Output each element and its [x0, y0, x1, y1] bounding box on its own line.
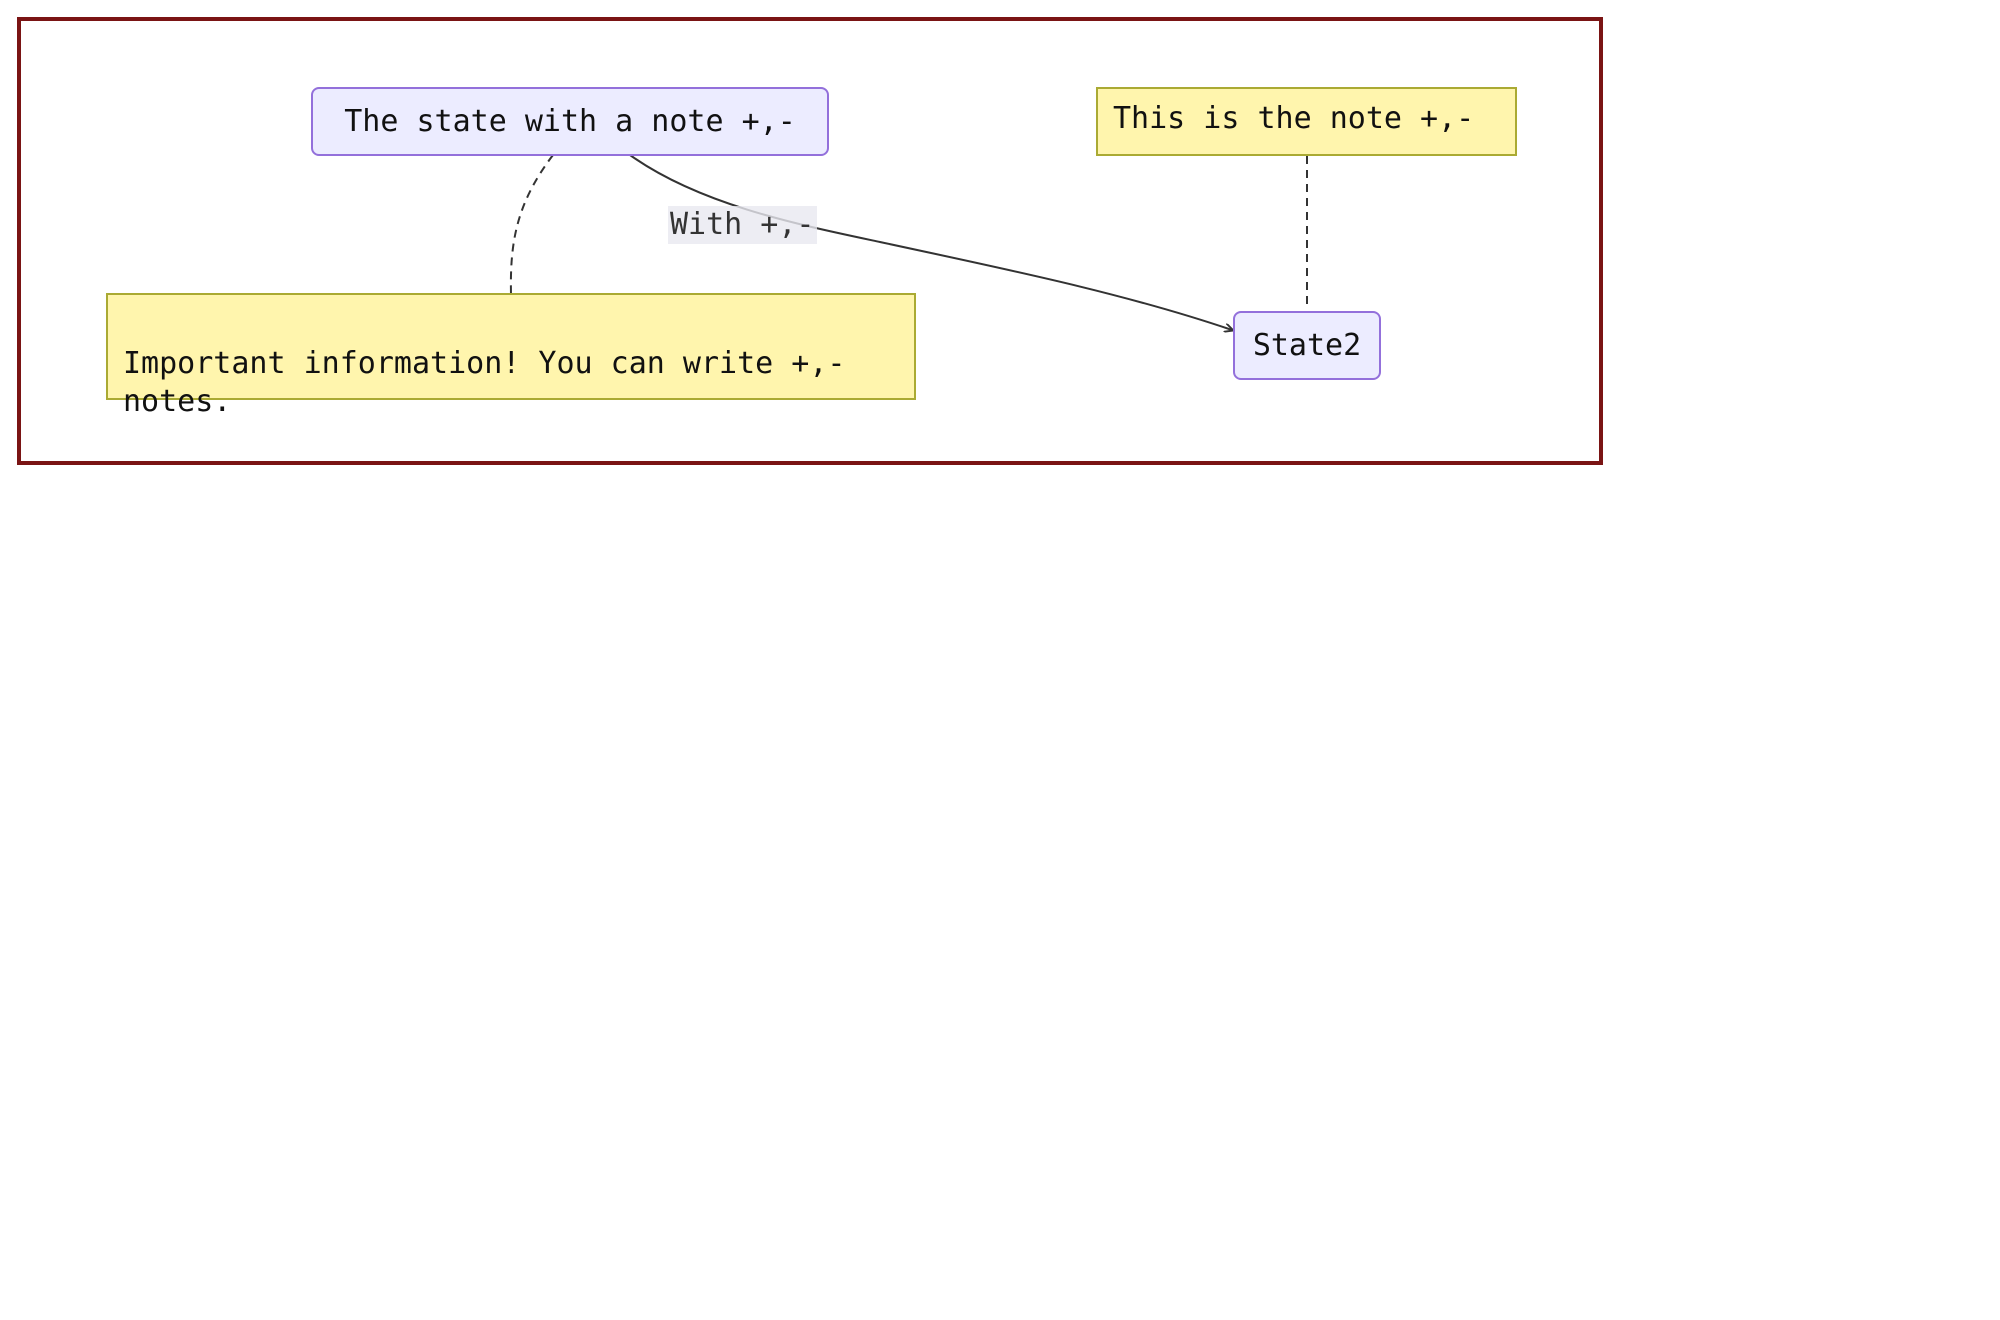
transition-label: With +,- — [668, 206, 817, 244]
note-state1[interactable]: Important information! You can write +,-… — [106, 293, 916, 419]
state-label: The state with a note +,- — [344, 104, 796, 139]
state-label: State2 — [1252, 328, 1362, 363]
diagram-canvas: The state with a note +,- State2 This is… — [0, 0, 2000, 1320]
note-state2[interactable]: This is the note +,- — [1096, 87, 1517, 156]
state-node-state2[interactable]: State2 — [1233, 311, 1381, 380]
note-text: This is the note +,- — [1113, 101, 1475, 136]
state-node-state1[interactable]: The state with a note +,- — [311, 87, 829, 156]
